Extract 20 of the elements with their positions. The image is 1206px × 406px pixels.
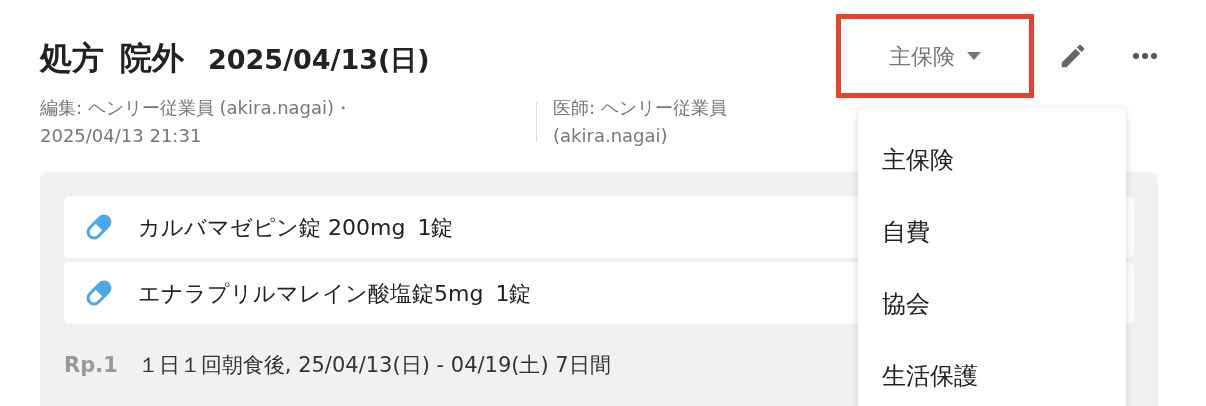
more-icon[interactable] (1132, 52, 1158, 60)
prescription-date: 2025/04/13(日) (208, 43, 430, 77)
medication-name: エナラプリルマレイン酸塩錠5mg (138, 279, 484, 308)
rp-label: Rp.1 (64, 352, 118, 379)
doctor-text: 医師: ヘンリー従業員 (553, 96, 727, 120)
usage-text: １日１回朝食後, 25/04/13(日) - 04/19(土) 7日間 (137, 352, 611, 379)
medication-name: カルバマゼピン錠 200mg (138, 213, 406, 242)
doctor-text: (akira.nagai) (553, 124, 668, 148)
editor-text: 2025/04/13 21:31 (40, 124, 202, 148)
menu-item[interactable]: 生活保護 (858, 340, 1126, 406)
caret-icon (967, 52, 981, 60)
menu-item[interactable]: 協会 (858, 268, 1126, 340)
page-title: 処方 (40, 38, 104, 79)
menu-item[interactable]: 自費 (858, 196, 1126, 268)
medication-dose: 1錠 (417, 213, 454, 242)
page-title: 院外 (120, 38, 184, 79)
menu-item[interactable]: 主保険 (858, 124, 1126, 196)
editor-text: 編集: ヘンリー従業員 (akira.nagai)・ (40, 96, 353, 120)
insurance-dropdown[interactable]: 主保険 (836, 14, 1034, 98)
medication-dose: 1錠 (495, 279, 532, 308)
